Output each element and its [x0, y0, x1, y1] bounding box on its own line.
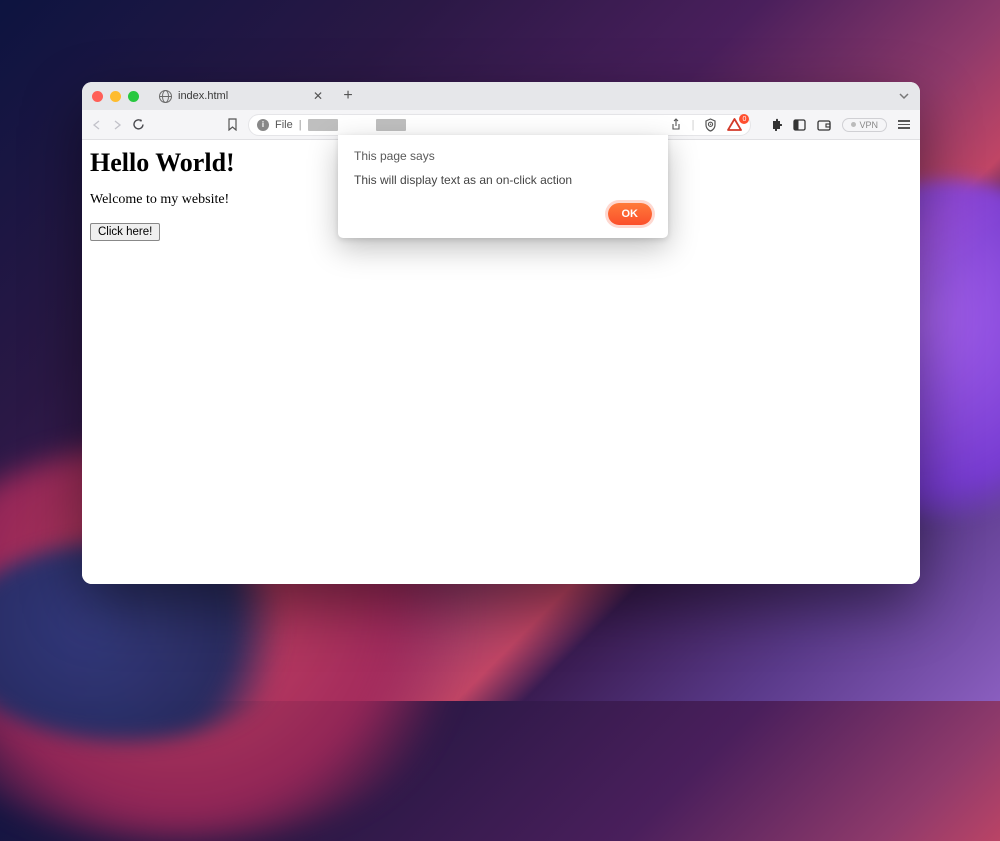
redacted-path-segment — [308, 119, 338, 131]
new-tab-button[interactable]: + — [339, 87, 357, 105]
site-info-icon[interactable]: i — [257, 119, 269, 131]
menu-button[interactable] — [898, 120, 910, 129]
ok-button[interactable]: OK — [608, 203, 653, 225]
tab-bar: index.html ✕ + — [82, 82, 920, 110]
click-here-button[interactable]: Click here! — [90, 223, 160, 241]
sidebar-icon[interactable] — [793, 119, 806, 131]
back-button[interactable] — [92, 120, 102, 130]
redacted-path-segment — [376, 119, 406, 131]
vpn-label: VPN — [859, 120, 878, 130]
tabs-dropdown-button[interactable] — [898, 90, 910, 102]
close-window-button[interactable] — [92, 91, 103, 102]
browser-tab[interactable]: index.html ✕ — [153, 82, 331, 110]
maximize-window-button[interactable] — [128, 91, 139, 102]
globe-icon — [159, 90, 172, 103]
vpn-button[interactable]: VPN — [842, 118, 887, 132]
address-bar[interactable]: i File | | 0 — [248, 114, 751, 136]
reload-button[interactable] — [132, 118, 145, 131]
tab-title: index.html — [178, 90, 228, 102]
alert-dialog: This page says This will display text as… — [338, 135, 668, 238]
bookmark-icon[interactable] — [227, 118, 238, 131]
minimize-window-button[interactable] — [110, 91, 121, 102]
dialog-title: This page says — [354, 149, 652, 163]
forward-button[interactable] — [112, 120, 122, 130]
shield-icon[interactable] — [704, 118, 717, 132]
close-tab-button[interactable]: ✕ — [313, 89, 323, 103]
window-controls — [92, 91, 139, 102]
rewards-badge: 0 — [739, 114, 749, 124]
wallet-icon[interactable] — [817, 119, 831, 131]
brave-rewards-icon[interactable]: 0 — [727, 118, 742, 131]
share-icon[interactable] — [670, 118, 682, 131]
extensions-icon[interactable] — [769, 118, 782, 131]
toolbar-right: VPN — [769, 118, 910, 132]
url-scheme: File — [275, 119, 293, 131]
dialog-message: This will display text as an on-click ac… — [354, 173, 652, 187]
vpn-status-dot — [851, 122, 856, 127]
